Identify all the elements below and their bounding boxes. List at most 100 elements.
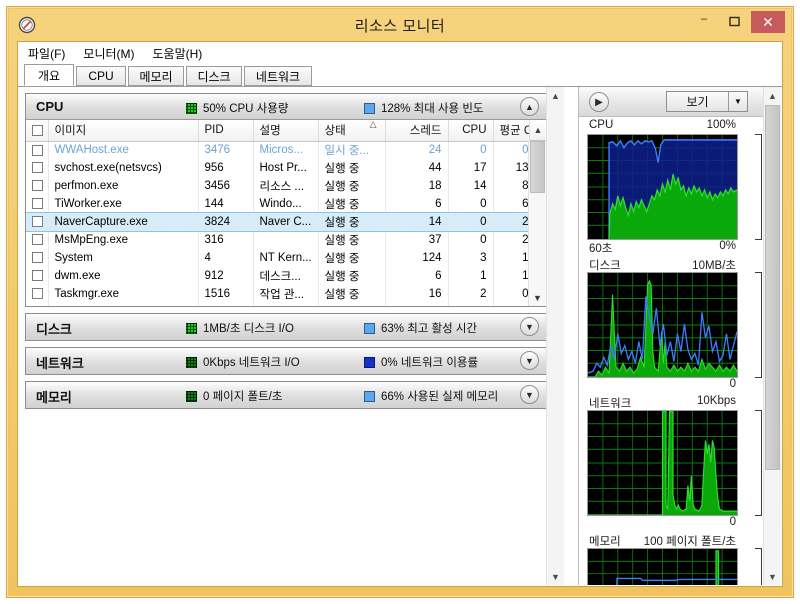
left-scroll-up-button[interactable]: ▲ [547, 87, 564, 104]
view-dropdown-label: 보기 [686, 95, 709, 109]
minimize-button[interactable]: – [689, 11, 719, 33]
cell-image: System Interrupts [48, 303, 199, 306]
left-pane-scrollbar[interactable]: ▲ ▼ [546, 87, 564, 585]
row-checkbox[interactable] [32, 180, 43, 192]
chevron-right-icon: ▶ [595, 96, 603, 108]
left-scroll-down-button[interactable]: ▼ [547, 568, 564, 585]
cell-cpu: 0 [448, 141, 494, 159]
table-row[interactable]: MsMpEng.exe316실행 중3702.49 [26, 231, 546, 249]
memory-section-title: 메모리 [36, 390, 72, 405]
cell-threads: 6 [385, 195, 449, 213]
row-checkbox-cell[interactable] [26, 249, 49, 267]
cell-cpu: 1 [448, 267, 494, 285]
row-checkbox[interactable] [32, 198, 43, 210]
row-checkbox[interactable] [32, 234, 43, 246]
disk-graph-canvas[interactable] [587, 272, 738, 378]
minimize-icon: – [700, 12, 708, 25]
cell-pid: 912 [198, 267, 254, 285]
right-scroll-up-button[interactable]: ▲ [764, 87, 781, 104]
row-checkbox[interactable] [32, 288, 43, 300]
maximize-button[interactable] [719, 11, 749, 33]
column-header-cpu[interactable]: CPU [448, 120, 494, 142]
cell-threads: 14 [385, 213, 449, 231]
column-header-description[interactable]: 설명 [253, 120, 319, 142]
chevron-down-icon: ▼ [525, 321, 534, 332]
menu-monitor[interactable]: 모니터(M) [83, 45, 134, 62]
scrollbar-thumb[interactable] [530, 141, 545, 193]
cell-threads: 6 [385, 267, 449, 285]
tab-overview[interactable]: 개요 [24, 64, 74, 86]
scroll-down-button[interactable]: ▼ [529, 289, 546, 306]
maximize-icon [728, 16, 740, 29]
table-row[interactable]: dwm.exe912데스크...실행 중611.41 [26, 267, 546, 285]
table-row[interactable]: svchost.exe(netsvcs) 956 Host Pr... 실행 중 44 1… [26, 159, 546, 177]
menu-help[interactable]: 도움말(H) [153, 45, 203, 62]
table-row[interactable]: Taskmgr.exe1516작업 관...실행 중1620.98 [26, 285, 546, 303]
column-header-pid[interactable]: PID [198, 120, 254, 142]
table-row[interactable]: NaverCapture.exe3824Naver C...실행 중1402.8… [26, 212, 546, 232]
network-graph-canvas[interactable] [587, 410, 738, 516]
cpu-graph-canvas[interactable] [587, 134, 738, 240]
disk-io-text: 1MB/초 디스크 I/O [203, 323, 294, 335]
column-header-threads[interactable]: 스레드 [385, 120, 449, 142]
tab-cpu[interactable]: CPU [76, 66, 126, 86]
cpu-graph-scale-bracket [755, 134, 762, 240]
view-dropdown-button[interactable]: 보기 ▼ [666, 91, 748, 112]
memory-expand-button[interactable]: ▼ [520, 385, 539, 404]
table-row[interactable]: TiWorker.exe144Windo...실행 중606.04 [26, 195, 546, 213]
table-row[interactable]: System Interrupts지연된...실행 중00.60 [26, 303, 546, 306]
row-checkbox[interactable] [32, 252, 43, 264]
close-button[interactable]: ✕ [751, 11, 785, 33]
disk-expand-button[interactable]: ▼ [520, 317, 539, 336]
table-header-corner[interactable]: ▲ [529, 120, 546, 141]
disk-section-header[interactable]: 디스크 1MB/초 디스크 I/O 63% 최고 활성 시간 ▼ [26, 314, 546, 340]
cell-threads [385, 303, 449, 306]
table-row[interactable]: WWAHost.exe3476Micros...일시 중...2400.00 [26, 141, 546, 159]
cell-image: dwm.exe [48, 267, 199, 285]
network-section-header[interactable]: 네트워크 0Kbps 네트워크 I/O 0% 네트워크 이용률 ▼ [26, 348, 546, 374]
chevron-down-icon: ▼ [768, 571, 777, 582]
row-checkbox-cell[interactable] [26, 231, 49, 249]
row-checkbox[interactable] [32, 216, 43, 228]
window-title: 리소스 모니터 [354, 18, 446, 35]
memory-section-header[interactable]: 메모리 0 페이지 폴트/초 66% 사용된 실제 메모리 ▼ [26, 382, 546, 408]
row-checkbox-cell[interactable] [26, 267, 49, 285]
right-pane-scrollbar[interactable]: ▲ ▼ [763, 87, 781, 585]
select-all-checkbox[interactable] [32, 124, 43, 136]
cpu-section-header[interactable]: CPU 50% CPU 사용량 128% 최대 사용 빈도 ▲ [26, 94, 546, 120]
row-checkbox[interactable] [32, 270, 43, 282]
memory-used-metric: 66% 사용된 실제 메모리 [364, 388, 498, 404]
cell-state: 실행 중 [318, 195, 386, 213]
row-checkbox-cell[interactable] [26, 213, 49, 231]
cpu-collapse-button[interactable]: ▲ [520, 97, 539, 116]
row-checkbox-cell[interactable] [26, 141, 49, 159]
right-scrollbar-thumb[interactable] [765, 105, 780, 470]
table-row[interactable]: perfmon.exe3456리소스 ...실행 중18148.89 [26, 177, 546, 195]
network-graph-title: 네트워크 [589, 398, 632, 410]
row-checkbox-cell[interactable] [26, 285, 49, 303]
column-header-state[interactable]: 상태 △ [318, 120, 386, 142]
row-checkbox-cell[interactable] [26, 195, 49, 213]
network-expand-button[interactable]: ▼ [520, 351, 539, 370]
cell-description: Windo... [253, 195, 319, 213]
menu-file[interactable]: 파일(F) [28, 45, 65, 62]
tab-memory[interactable]: 메모리 [128, 66, 184, 86]
table-row[interactable]: System4NT Kern...실행 중12431.92 [26, 249, 546, 267]
tab-network[interactable]: 네트워크 [244, 66, 312, 86]
column-header-image[interactable]: 이미지 [48, 120, 199, 142]
row-checkbox-cell[interactable] [26, 159, 49, 177]
row-checkbox-cell[interactable] [26, 177, 49, 195]
memory-used-text: 66% 사용된 실제 메모리 [381, 391, 499, 403]
cell-pid: 4 [198, 249, 254, 267]
tab-disk[interactable]: 디스크 [186, 66, 242, 86]
row-checkbox-cell[interactable] [26, 303, 49, 306]
select-all-header[interactable] [26, 120, 49, 142]
network-section-title: 네트워크 [36, 356, 84, 371]
right-scroll-down-button[interactable]: ▼ [764, 568, 781, 585]
row-checkbox[interactable] [32, 162, 43, 174]
memory-graph-canvas[interactable] [587, 548, 738, 585]
graph-panel-collapse-button[interactable]: ▶ [589, 92, 609, 112]
network-graph-labels: 네트워크 10Kbps [587, 395, 738, 410]
row-checkbox[interactable] [32, 144, 43, 156]
process-table-scrollbar[interactable]: ▼ [528, 141, 546, 306]
